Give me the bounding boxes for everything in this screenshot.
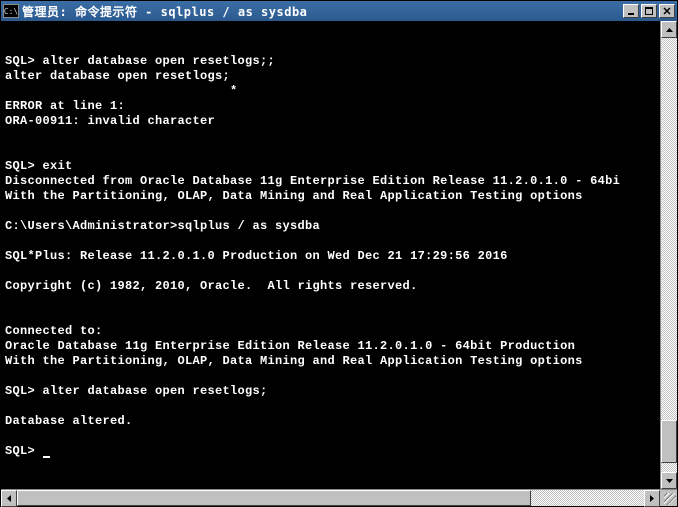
content-area: SQL> alter database open resetlogs;; alt… xyxy=(1,21,677,489)
v-scroll-thumb[interactable] xyxy=(661,420,677,463)
maximize-button[interactable] xyxy=(641,4,657,18)
minimize-button[interactable] xyxy=(623,4,639,18)
v-scroll-track[interactable] xyxy=(661,38,677,472)
command-prompt-window: C:\ 管理员: 命令提示符 - sqlplus / as sysdba SQL… xyxy=(0,0,678,507)
resize-grip[interactable] xyxy=(660,490,677,506)
scroll-up-button[interactable] xyxy=(661,21,677,38)
h-scroll-track[interactable] xyxy=(17,490,644,506)
window-controls xyxy=(623,4,675,18)
titlebar[interactable]: C:\ 管理员: 命令提示符 - sqlplus / as sysdba xyxy=(1,1,677,21)
arrow-down-icon xyxy=(666,479,673,483)
close-icon xyxy=(663,7,671,15)
horizontal-scrollbar[interactable] xyxy=(1,489,677,506)
vertical-scrollbar[interactable] xyxy=(660,21,677,489)
scroll-down-button[interactable] xyxy=(661,472,677,489)
arrow-up-icon xyxy=(666,28,673,32)
minimize-icon xyxy=(627,7,635,15)
scroll-left-button[interactable] xyxy=(1,490,17,507)
terminal-cursor xyxy=(43,456,50,458)
arrow-left-icon xyxy=(7,495,11,502)
scroll-right-button[interactable] xyxy=(644,490,660,507)
terminal-output[interactable]: SQL> alter database open resetlogs;; alt… xyxy=(1,21,660,489)
app-icon: C:\ xyxy=(3,4,19,18)
maximize-icon xyxy=(645,7,653,15)
close-button[interactable] xyxy=(659,4,675,18)
h-scroll-thumb[interactable] xyxy=(17,490,531,506)
arrow-right-icon xyxy=(650,495,654,502)
window-title: 管理员: 命令提示符 - sqlplus / as sysdba xyxy=(22,3,623,20)
